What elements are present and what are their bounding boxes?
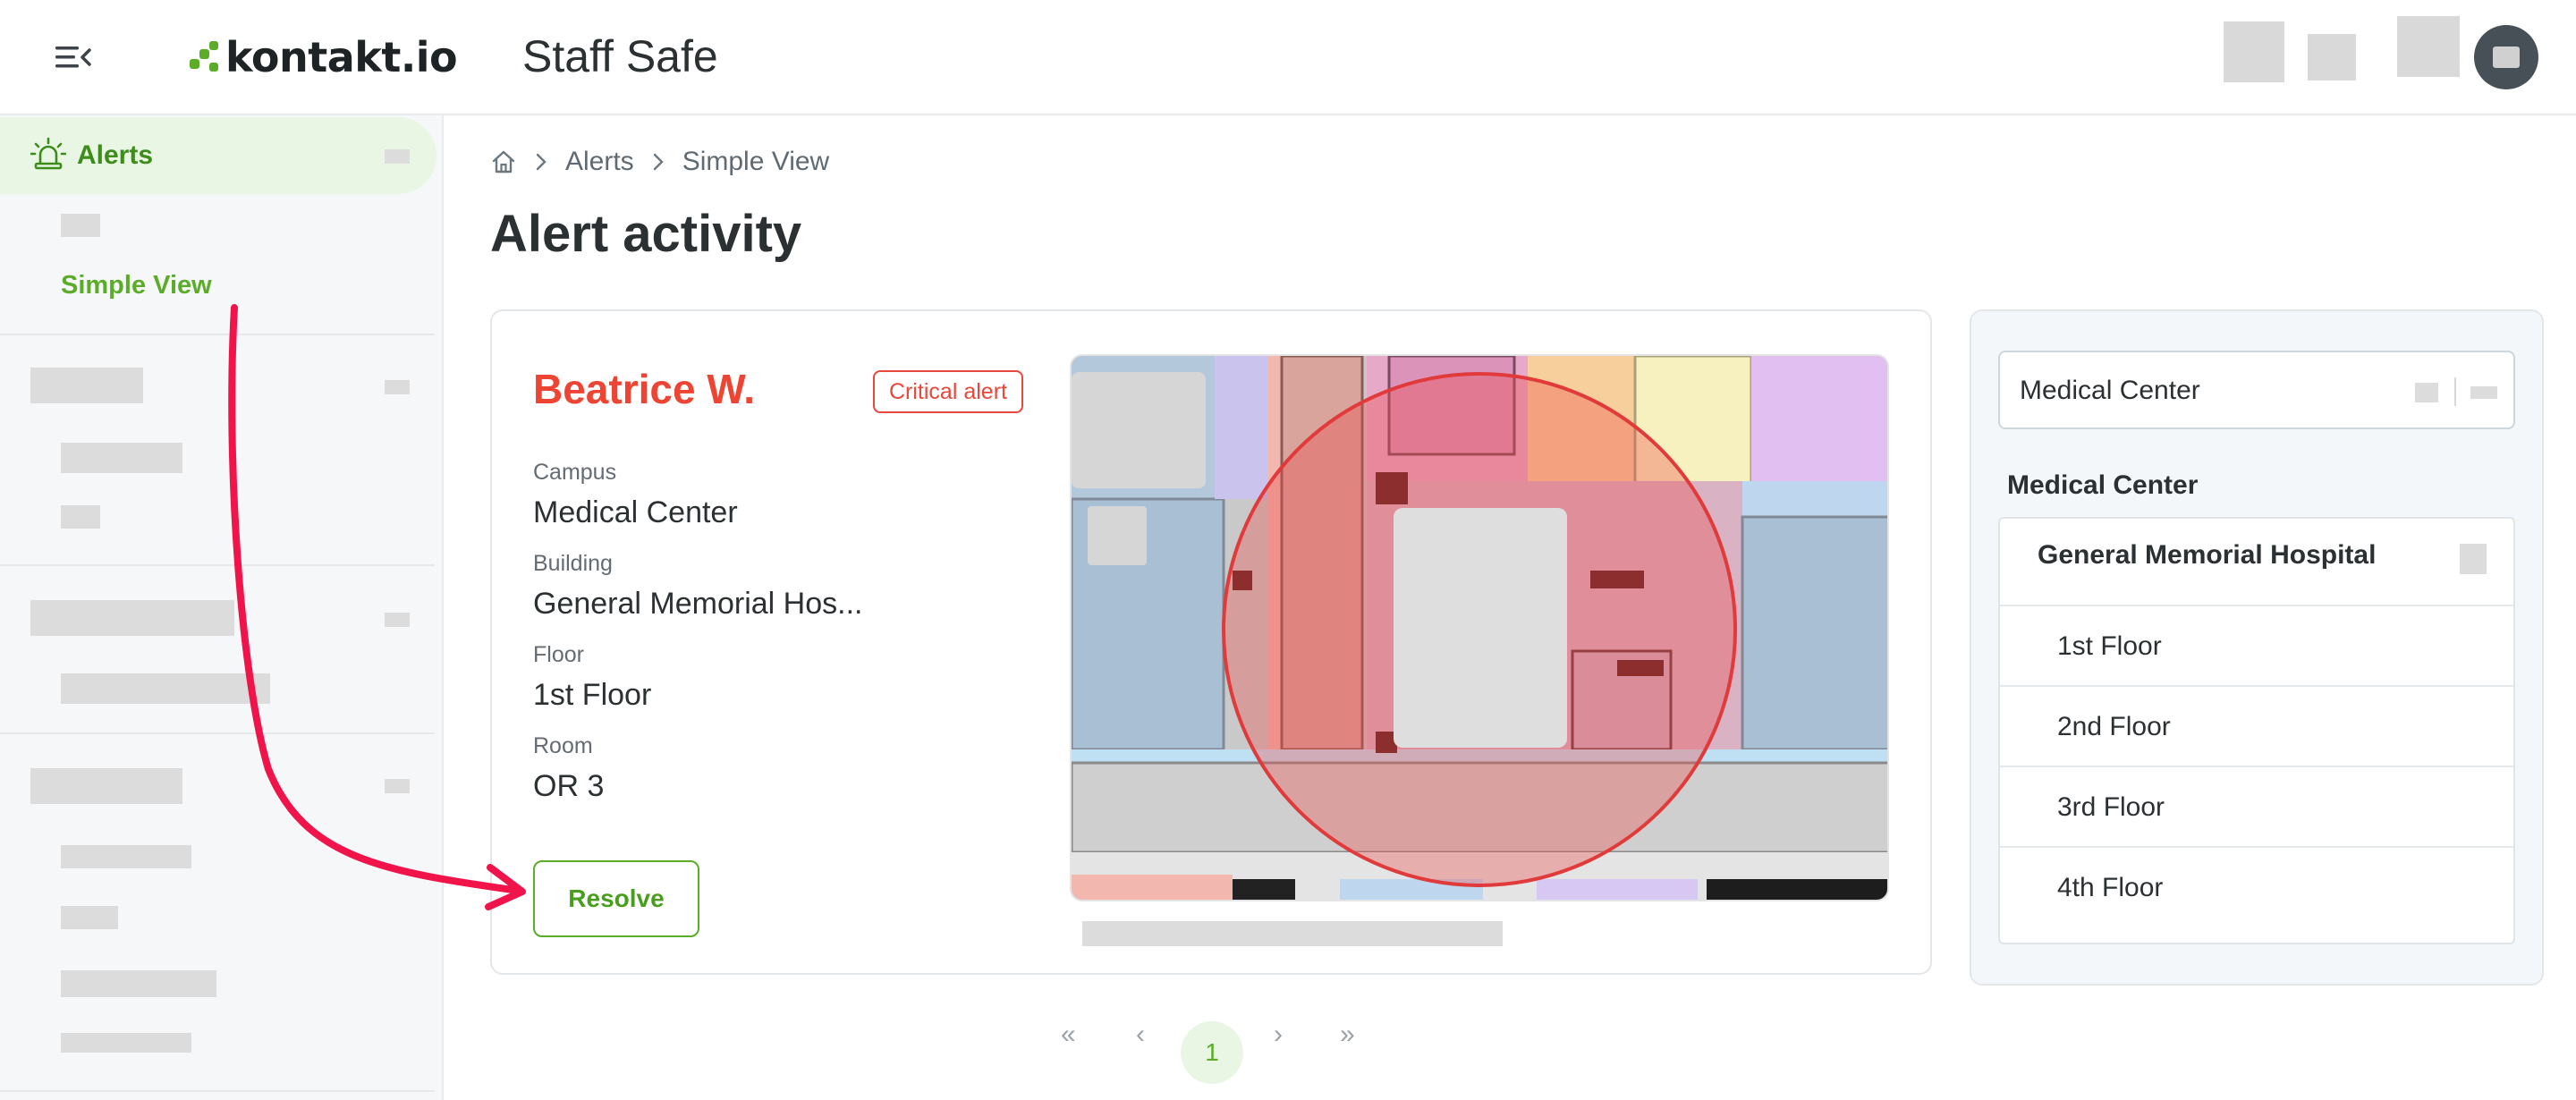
sidebar-divider [0,334,435,335]
map-caption-placeholder [1082,921,1503,946]
top-header: kontakt.io Staff Safe [0,0,2576,115]
tree-floor-item[interactable]: 3rd Floor [2000,766,2513,846]
pagination-next-button[interactable]: › [1274,1020,1283,1050]
sidebar-group-2-chevron [385,380,410,394]
logo-mark-icon [190,41,218,72]
clear-icon[interactable] [2415,383,2438,402]
sidebar-divider [0,732,435,734]
pagination-first-button[interactable]: « [1061,1020,1076,1050]
logo-text: kontakt.io [225,33,458,81]
building-tree: General Memorial Hospital 1st Floor 2nd … [1998,517,2515,944]
campus-select-value: Medical Center [2020,376,2200,405]
sidebar-group-2-item-2[interactable] [61,505,100,529]
breadcrumb-simple-view[interactable]: Simple View [682,147,830,177]
header-placeholder-1[interactable] [2224,21,2284,82]
avatar-icon [2493,47,2520,68]
tree-floor-label: 1st Floor [2057,631,2162,661]
tree-floor-label: 3rd Floor [2057,792,2165,822]
sidebar-sub-simple-view[interactable]: Simple View [61,271,212,300]
tree-floor-label: 2nd Floor [2057,712,2171,741]
pagination-last-button[interactable]: » [1340,1020,1355,1050]
sidebar-alerts-chevron-placeholder [385,149,410,164]
field-value-floor: 1st Floor [533,678,652,712]
sidebar-group-4-item-1[interactable] [61,845,191,868]
sidebar-group-4-chevron [385,779,410,793]
sidebar-sub-placeholder[interactable] [61,214,100,237]
tree-floor-label: 4th Floor [2057,873,2164,902]
app-name: Staff Safe [522,31,718,81]
page-title: Alert activity [490,205,802,263]
sidebar-group-4-item-2[interactable] [61,906,118,929]
field-label-campus: Campus [533,460,617,485]
header-placeholder-2[interactable] [2308,34,2356,80]
pagination-current-page[interactable]: 1 [1181,1021,1243,1084]
chevron-down-icon[interactable] [2470,386,2497,399]
sidebar-group-3-item-1[interactable] [61,673,270,704]
sidebar-group-2-placeholder[interactable] [30,368,143,403]
collapse-menu-icon[interactable] [54,41,93,73]
home-icon[interactable] [490,148,517,175]
sidebar-group-2-item-1[interactable] [61,443,182,473]
tree-floor-item[interactable]: 1st Floor [2000,605,2513,685]
kontakt-logo[interactable]: kontakt.io [188,27,458,88]
field-label-floor: Floor [533,642,584,667]
floor-map[interactable] [1070,354,1889,901]
tree-floor-item[interactable]: 2nd Floor [2000,685,2513,766]
campus-select[interactable]: Medical Center [1998,351,2515,429]
field-value-room: OR 3 [533,769,605,803]
tree-building-label: General Memorial Hospital [2038,540,2377,570]
breadcrumb: Alerts Simple View [490,147,829,177]
chevron-right-icon [536,153,547,171]
header-placeholder-3[interactable] [2397,16,2460,77]
sidebar-group-4-placeholder[interactable] [30,768,182,804]
sidebar-group-3-chevron [385,613,410,627]
sidebar-item-alerts[interactable]: Alerts [0,117,436,194]
sidebar-group-3-placeholder[interactable] [30,600,234,636]
field-label-building: Building [533,551,613,576]
campus-heading: Medical Center [2007,470,2199,500]
sidebar-group-4-item-4[interactable] [61,1033,191,1053]
user-avatar[interactable] [2474,25,2538,89]
sidebar-item-alerts-label: Alerts [77,140,154,170]
select-separator [2454,377,2456,406]
sidebar: Alerts Simple View [0,115,444,1100]
breadcrumb-alerts[interactable]: Alerts [565,147,634,177]
expand-icon[interactable] [2460,544,2487,574]
sidebar-group-4-item-3[interactable] [61,970,216,997]
alert-person-name: Beatrice W. [533,366,755,412]
sidebar-divider [0,564,435,566]
field-value-campus: Medical Center [533,495,738,529]
critical-alert-badge: Critical alert [873,370,1023,413]
tree-floor-item[interactable]: 4th Floor [2000,846,2513,927]
floor-plan-image [1072,356,1887,900]
app-root: kontakt.io Staff Safe Alerts Simple View [0,0,2576,1100]
chevron-right-icon [653,153,664,171]
siren-icon [30,137,66,170]
person-marker-placeholder [1394,508,1567,748]
tree-building-item[interactable]: General Memorial Hospital [2000,519,2513,605]
field-value-building: General Memorial Hos... [533,587,863,621]
field-label-room: Room [533,733,593,758]
sidebar-divider [0,1090,435,1092]
resolve-button[interactable]: Resolve [533,860,699,937]
pagination-prev-button[interactable]: ‹ [1136,1020,1145,1050]
